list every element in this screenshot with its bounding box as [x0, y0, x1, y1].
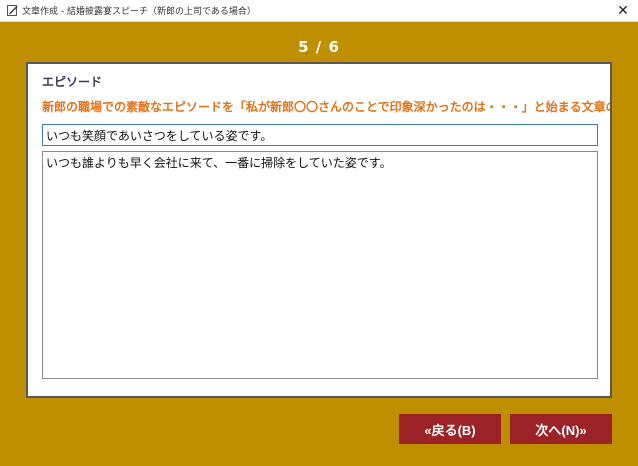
back-button[interactable]: «戻る(B): [399, 414, 501, 444]
panel-question: 新郎の職場での素敵なエピソードを「私が新郎〇〇さんのことで印象深かったのは・・・…: [42, 100, 610, 114]
window-title: 文章作成 - 結婚披露宴スピーチ（新郎の上司である場合）: [22, 7, 256, 17]
close-button[interactable]: ✕: [608, 0, 638, 22]
episode-textarea[interactable]: いつも誰よりも早く会社に来て、一番に掃除をしていた姿です。: [42, 151, 598, 379]
close-icon: ✕: [617, 3, 629, 19]
summary-input[interactable]: [42, 124, 598, 146]
next-button[interactable]: 次へ(N)»: [510, 414, 612, 444]
step-indicator: 5 / 6: [298, 38, 340, 56]
title-bar: 文章作成 - 結婚披露宴スピーチ（新郎の上司である場合） ✕: [0, 0, 638, 22]
episode-panel: エピソード 新郎の職場での素敵なエピソードを「私が新郎〇〇さんのことで印象深かっ…: [26, 62, 612, 398]
document-edit-icon: [7, 5, 18, 16]
panel-heading: エピソード: [42, 75, 103, 89]
